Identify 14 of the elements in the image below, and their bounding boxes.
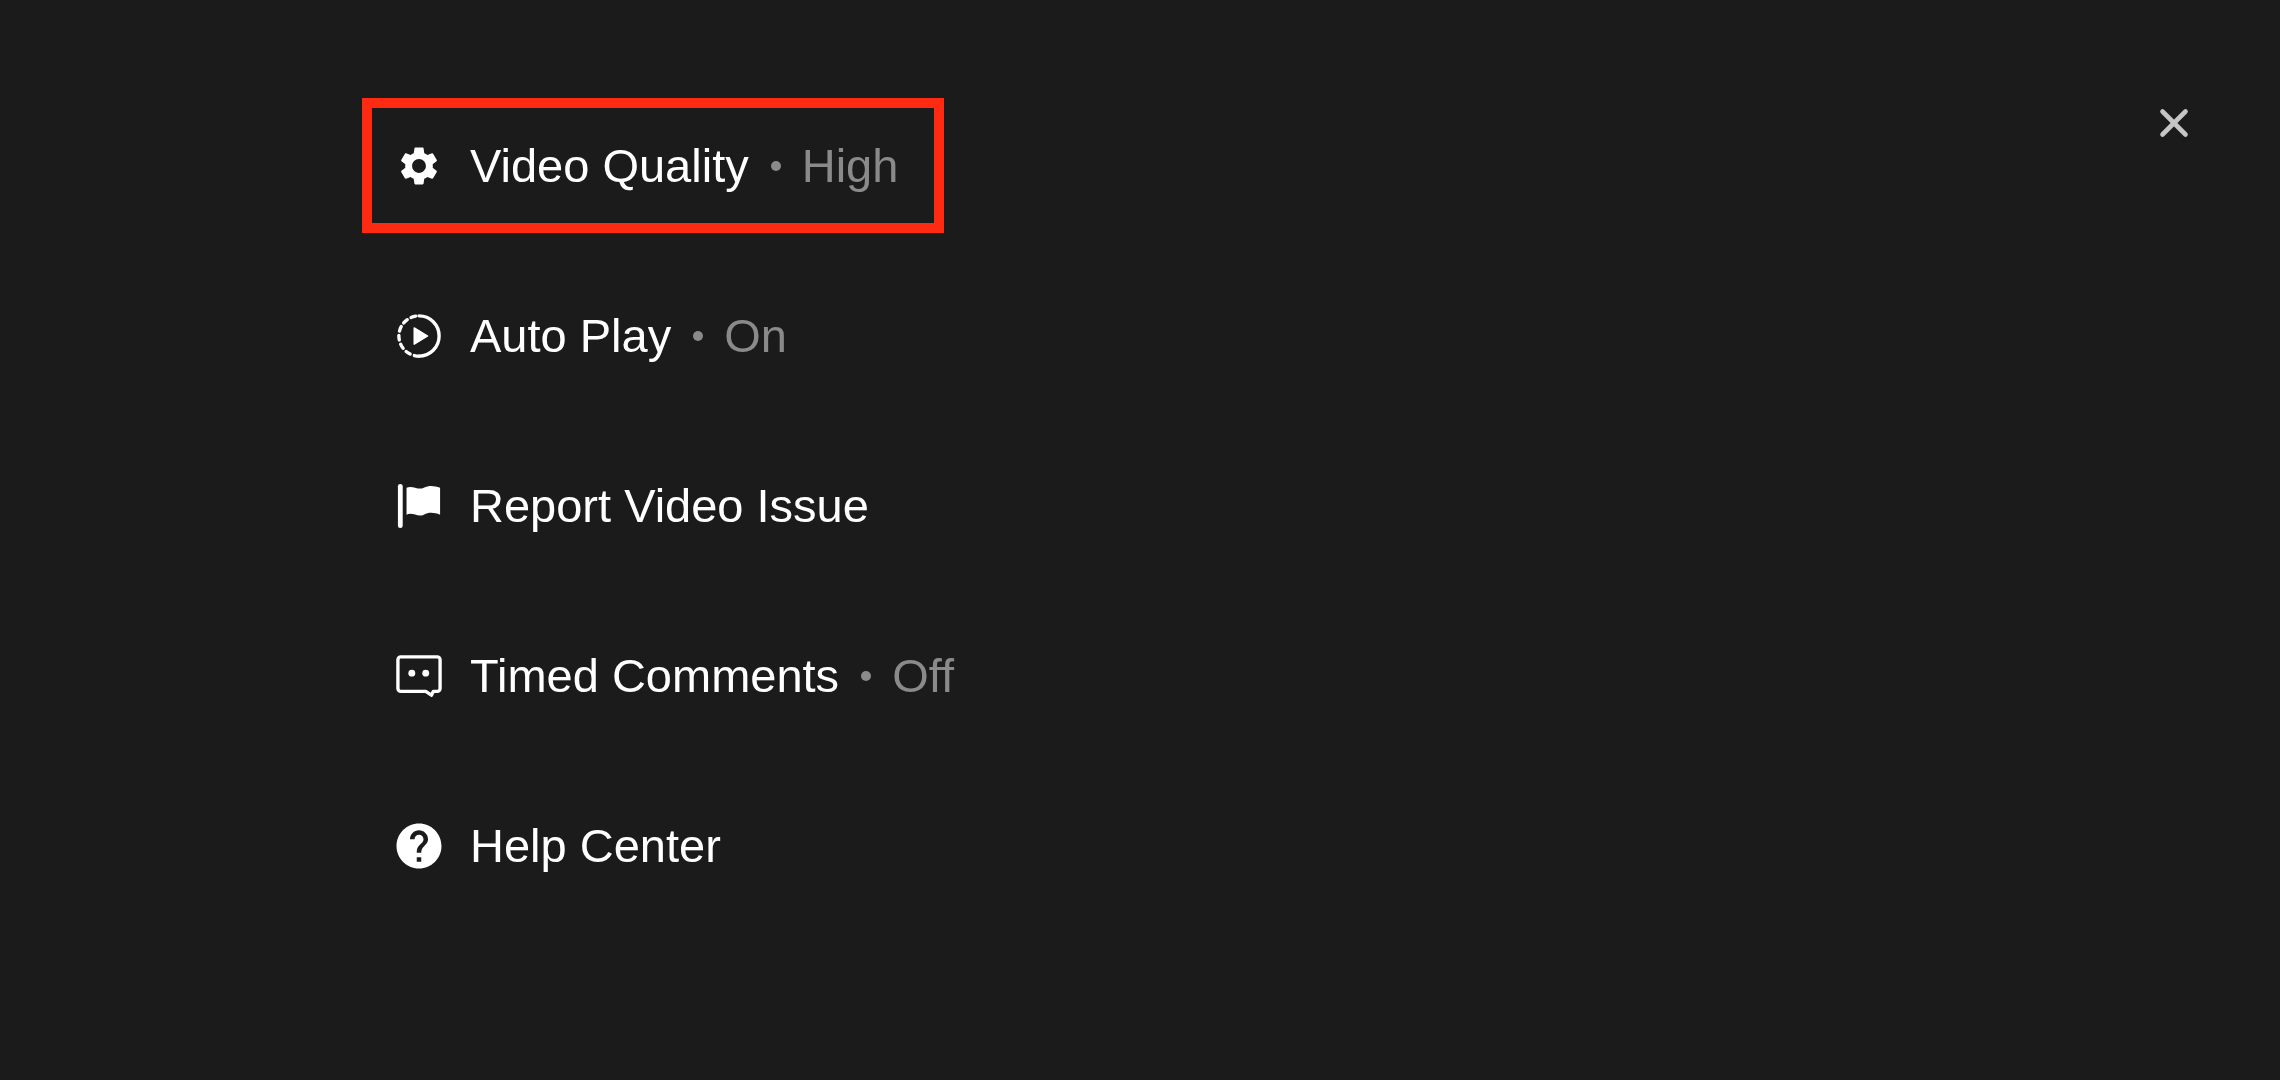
setting-value: On [724, 307, 787, 364]
menu-item[interactable]: Timed Comments Off [362, 608, 1000, 743]
separator-dot-icon [861, 670, 872, 681]
menu-item[interactable]: Help Center [362, 778, 767, 913]
play-circle-icon [396, 312, 442, 359]
comment-icon [396, 652, 442, 699]
separator-dot-icon [770, 160, 781, 171]
menu-item[interactable]: Report Video Issue [362, 438, 915, 573]
menu-item[interactable]: Auto Play On [362, 268, 833, 403]
flag-icon [396, 482, 442, 529]
setting-value: Off [892, 647, 954, 704]
menu-item[interactable]: Video Quality High [362, 98, 945, 233]
setting-value: High [801, 137, 899, 194]
separator-dot-icon [693, 330, 704, 341]
